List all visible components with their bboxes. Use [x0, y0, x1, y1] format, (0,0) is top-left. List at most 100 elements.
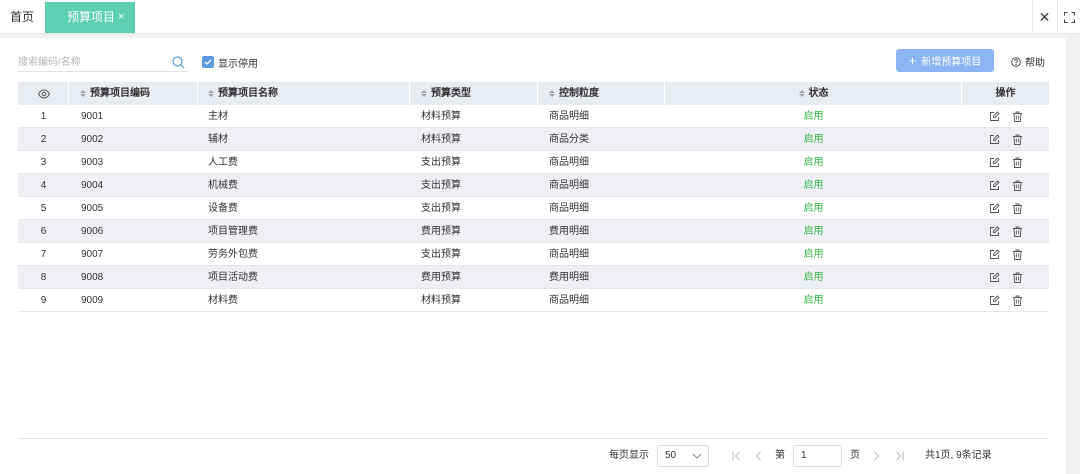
table-row[interactable]: 1 9001 主材 材料预算 商品明细 启用 [18, 105, 1049, 128]
delete-icon[interactable] [1012, 203, 1023, 214]
edit-icon[interactable] [989, 249, 1000, 260]
help-button[interactable]: 帮助 [1011, 54, 1045, 69]
th-code[interactable]: 预算项目编码 [69, 82, 198, 105]
th-code-label: 预算项目编码 [90, 88, 150, 99]
cell-type: 材料预算 [421, 111, 461, 122]
edit-icon[interactable] [989, 226, 1000, 237]
cell-granularity: 商品明细 [549, 157, 589, 168]
cell-name: 材料费 [208, 295, 238, 306]
cell-granularity: 商品明细 [549, 249, 589, 260]
search-icon[interactable] [172, 56, 185, 72]
cell-code: 9007 [81, 249, 104, 260]
next-page-icon[interactable] [873, 451, 880, 461]
table-row[interactable]: 7 9007 劳务外包费 支出预算 商品明细 启用 [18, 243, 1049, 266]
sort-icon[interactable] [798, 90, 805, 97]
sort-icon[interactable] [208, 90, 214, 97]
cell-status: 启用 [803, 272, 824, 283]
cell-code: 9008 [81, 272, 104, 283]
cell-status: 启用 [803, 295, 824, 306]
sort-icon[interactable] [80, 90, 86, 97]
th-status[interactable]: 状态 [665, 82, 962, 105]
cell-status: 启用 [803, 203, 824, 214]
cell-granularity: 费用明细 [549, 226, 589, 237]
cell-index: 6 [40, 226, 47, 237]
th-granularity[interactable]: 控制粒度 [538, 82, 665, 105]
sort-icon[interactable] [549, 90, 555, 97]
cell-name: 设备费 [208, 203, 238, 214]
th-name-label: 预算项目名称 [218, 88, 278, 99]
cell-status: 启用 [803, 226, 824, 237]
delete-icon[interactable] [1012, 272, 1023, 283]
delete-icon[interactable] [1012, 111, 1023, 122]
footer-divider [18, 438, 1049, 439]
delete-icon[interactable] [1012, 295, 1023, 306]
edit-icon[interactable] [989, 203, 1000, 214]
pagination-summary: 共1页, 9条记录 [925, 450, 992, 461]
show-disabled-toggle[interactable]: 显示停用 [202, 56, 258, 70]
cell-index: 2 [40, 134, 47, 145]
th-name[interactable]: 预算项目名称 [198, 82, 410, 105]
table-body: 1 9001 主材 材料预算 商品明细 启用 2 9002 辅材 材料预算 商品分类 启用 3 9003 人… [18, 105, 1049, 312]
cell-status: 启用 [803, 134, 824, 145]
cell-granularity: 商品明细 [549, 295, 589, 306]
delete-icon[interactable] [1012, 249, 1023, 260]
tab-budget-items-label: 预算项目 [67, 10, 116, 24]
cell-type: 费用预算 [421, 226, 461, 237]
tab-close-icon[interactable]: × [118, 2, 124, 33]
delete-icon[interactable] [1012, 180, 1023, 191]
cell-name: 机械费 [208, 180, 238, 191]
close-window-button[interactable]: ✕ [1032, 0, 1056, 34]
edit-icon[interactable] [989, 111, 1000, 122]
edit-icon[interactable] [989, 272, 1000, 283]
cell-name: 劳务外包费 [208, 249, 258, 260]
th-type[interactable]: 预算类型 [410, 82, 538, 105]
prev-page-icon[interactable] [755, 451, 762, 461]
help-label: 帮助 [1025, 58, 1045, 69]
th-actions: 操作 [962, 82, 1049, 105]
th-actions-label: 操作 [995, 88, 1016, 99]
cell-code: 9006 [81, 226, 104, 237]
column-settings-icon[interactable] [18, 82, 69, 105]
table-row[interactable]: 6 9006 项目管理费 费用预算 费用明细 启用 [18, 220, 1049, 243]
edit-icon[interactable] [989, 295, 1000, 306]
table-row[interactable]: 4 9004 机械费 支出预算 商品明细 启用 [18, 174, 1049, 197]
checkbox-checked-icon[interactable] [202, 56, 214, 68]
edit-icon[interactable] [989, 134, 1000, 145]
cell-index: 3 [40, 157, 47, 168]
chevron-down-icon [692, 453, 702, 459]
fullscreen-icon[interactable] [1057, 0, 1080, 34]
table-row[interactable]: 3 9003 人工费 支出预算 商品明细 启用 [18, 151, 1049, 174]
delete-icon[interactable] [1012, 226, 1023, 237]
cell-type: 支出预算 [421, 203, 461, 214]
last-page-icon[interactable] [895, 451, 904, 461]
table-row[interactable]: 5 9005 设备费 支出预算 商品明细 启用 [18, 197, 1049, 220]
tab-budget-items[interactable]: 预算项目 × [45, 2, 135, 33]
cell-name: 辅材 [208, 134, 228, 145]
per-page-value: 50 [665, 450, 677, 461]
table-row[interactable]: 2 9002 辅材 材料预算 商品分类 启用 [18, 128, 1049, 151]
table-row[interactable]: 8 9008 项目活动费 费用预算 费用明细 启用 [18, 266, 1049, 289]
table-row[interactable]: 9 9009 材料费 材料预算 商品明细 启用 [18, 289, 1049, 312]
tab-bar: 首页 预算项目 × ✕ [0, 0, 1080, 34]
budget-items-table: 预算项目编码 预算项目名称 预算类型 控制粒度 状态 操作 1 9001 主材 … [18, 82, 1049, 312]
cell-index: 4 [40, 180, 47, 191]
cell-code: 9001 [81, 111, 104, 122]
main-panel: 显示停用 + 新增预算项目 帮助 预算项目编码 预算 [0, 38, 1066, 474]
edit-icon[interactable] [989, 157, 1000, 168]
per-page-select[interactable]: 50 [657, 445, 709, 467]
delete-icon[interactable] [1012, 157, 1023, 168]
tab-home[interactable]: 首页 [0, 0, 44, 34]
page-prefix: 第 [775, 450, 785, 461]
cell-type: 支出预算 [421, 180, 461, 191]
add-budget-item-button[interactable]: + 新增预算项目 [896, 49, 994, 72]
sort-icon[interactable] [421, 90, 427, 97]
cell-type: 费用预算 [421, 272, 461, 283]
cell-granularity: 商品明细 [549, 180, 589, 191]
page-number-input[interactable]: 1 [793, 445, 842, 467]
edit-icon[interactable] [989, 180, 1000, 191]
first-page-icon[interactable] [732, 451, 741, 461]
delete-icon[interactable] [1012, 134, 1023, 145]
th-type-label: 预算类型 [431, 88, 471, 99]
search-input[interactable] [18, 54, 188, 72]
cell-index: 5 [40, 203, 47, 214]
